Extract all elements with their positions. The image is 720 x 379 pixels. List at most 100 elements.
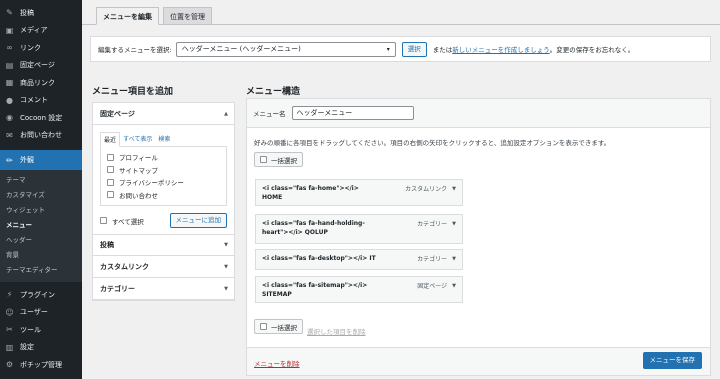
- page-checkbox-row[interactable]: プロフィール: [107, 151, 220, 164]
- sidebar-item[interactable]: ✉ お問い合わせ: [0, 127, 82, 145]
- chevron-down-icon[interactable]: ▼: [452, 221, 456, 227]
- sidebar-item[interactable]: ▦ 商品リンク: [0, 74, 82, 92]
- checkbox[interactable]: [107, 153, 114, 161]
- add-items-heading: メニュー項目を追加: [92, 87, 174, 97]
- checkbox[interactable]: [107, 178, 114, 186]
- menu-item-bar[interactable]: <i class="fas fa-sitemap"></i> SITEMAP 固定ペ…: [255, 276, 463, 303]
- menu-structure-panel: メニュー名 ヘッダーメニュー 好みの順番に各項目をドラッグしてください。項目の右…: [246, 98, 711, 376]
- menu-item-title-line1: <i class="fas fa-desktop"></i> IT: [262, 255, 376, 262]
- sidebar-item-label: リンク: [20, 43, 41, 52]
- pages-accordion: 固定ページ ▲ 最近 すべて表示 検索 プロフィール サイトマップ プライバシーポリ…: [92, 102, 235, 301]
- page-checkbox-row[interactable]: プライバシーポリシー: [107, 176, 220, 189]
- appearance-icon: ✏: [6, 155, 13, 165]
- sidebar-item[interactable]: ◉ Cocoon 設定: [0, 109, 82, 127]
- media-icon: ▣: [5, 25, 14, 35]
- sidebar-item[interactable]: ▤ 固定ページ: [0, 57, 82, 75]
- menu-item-type: 固定ページ ▼: [417, 281, 456, 291]
- menu-select-dropdown[interactable]: ヘッダーメニュー (ヘッダーメニュー) ▾: [175, 41, 396, 57]
- chevron-down-icon[interactable]: ▼: [452, 283, 456, 289]
- chevron-down-icon: ▼: [224, 242, 228, 248]
- sidebar-subitem[interactable]: カスタマイズ: [0, 188, 82, 203]
- chevron-down-icon[interactable]: ▼: [452, 186, 456, 192]
- tools-icon: ✂: [6, 325, 13, 335]
- menu-item-bar[interactable]: <i class="fas fa-desktop"></i> IT カテゴリー ▼: [255, 249, 463, 270]
- bulk-select-label: 一括選択: [271, 156, 297, 165]
- page-label: サイトマップ: [119, 166, 158, 175]
- users-icon: ☺: [5, 307, 14, 317]
- subtab-recent[interactable]: 最近: [100, 132, 121, 147]
- sidebar-item[interactable]: ∞ リンク: [0, 39, 82, 57]
- sidebar-item[interactable]: ⚡ プラグイン: [0, 286, 82, 304]
- add-to-menu-button[interactable]: メニューに追加: [169, 213, 227, 228]
- chevron-down-icon[interactable]: ▼: [452, 256, 456, 262]
- accordion-section-title: カテゴリー: [100, 284, 135, 293]
- sidebar-item[interactable]: ✂ ツール: [0, 321, 82, 339]
- sidebar-item-label: ツール: [20, 325, 41, 334]
- subtab-view-all[interactable]: すべて表示: [120, 132, 155, 147]
- tab-edit-menus[interactable]: メニューを編集: [96, 7, 159, 25]
- menu-item-type: カテゴリー ▼: [417, 219, 456, 229]
- delete-menu-link[interactable]: メニューを削除: [254, 358, 300, 368]
- checkbox[interactable]: [260, 156, 267, 163]
- sidebar-item[interactable]: ● コメント: [0, 92, 82, 110]
- checkbox[interactable]: [100, 217, 107, 224]
- menu-item-bar[interactable]: <i class="fas fa-home"></i> HOME カスタムリンク ▼: [255, 179, 463, 206]
- menu-item-title: <i class="fas fa-desktop"></i> IT: [262, 254, 402, 263]
- subtab-search[interactable]: 検索: [155, 132, 173, 147]
- checkbox[interactable]: [107, 166, 114, 174]
- menu-footer: メニューを削除 メニューを保存: [247, 347, 710, 375]
- sidebar-subitem[interactable]: メニュー: [0, 218, 82, 233]
- menu-select-bar: 編集するメニューを選択: ヘッダーメニュー (ヘッダーメニュー) ▾ 選択 また…: [90, 36, 711, 62]
- accordion-section-title: 投稿: [100, 241, 114, 249]
- page-checkbox-row[interactable]: お問い合わせ: [107, 189, 220, 202]
- page-label: プロフィール: [119, 154, 158, 163]
- menu-item-title-line1: <i class="fas fa-home"></i>: [262, 185, 359, 192]
- accordion-section-title: カスタムリンク: [100, 262, 149, 271]
- accordion-section-header[interactable]: カテゴリー ▼: [93, 278, 234, 300]
- menu-item-title: <i class="fas fa-sitemap"></i> SITEMAP: [262, 281, 402, 299]
- pin-icon: ✎: [6, 8, 13, 18]
- checkbox[interactable]: [260, 323, 267, 330]
- sidebar-item[interactable]: ▣ メディア: [0, 22, 82, 40]
- sidebar-subitem[interactable]: テーマエディター: [0, 263, 82, 278]
- pages-accordion-header[interactable]: 固定ページ ▲: [93, 103, 234, 125]
- delete-selected-link[interactable]: 選択した項目を削除: [307, 326, 366, 336]
- sidebar-item[interactable]: ⚙ ポチップ管理: [0, 356, 82, 374]
- menu-item-title-line1: <i class="fas fa-hand-holding-: [262, 220, 365, 227]
- sidebar-submenu: テーマ カスタマイズ ウィジェット メニュー ヘッダー 背景 テーマエディター: [0, 170, 82, 282]
- select-button[interactable]: 選択: [401, 41, 427, 57]
- sidebar-item-label: Cocoon 設定: [20, 113, 63, 122]
- menu-name-input[interactable]: ヘッダーメニュー: [291, 106, 414, 120]
- sidebar-subitem[interactable]: テーマ: [0, 173, 82, 188]
- save-menu-button[interactable]: メニューを保存: [642, 352, 702, 369]
- select-menu-label: 編集するメニューを選択:: [98, 46, 172, 54]
- or-text: または: [432, 46, 453, 54]
- checkbox[interactable]: [107, 191, 114, 199]
- page-label: お問い合わせ: [119, 191, 158, 200]
- comment-icon: ●: [6, 95, 13, 105]
- sidebar-item[interactable]: ✎ 投稿: [0, 4, 82, 22]
- sidebar-subitem[interactable]: 背景: [0, 248, 82, 263]
- bulk-select-bottom[interactable]: 一括選択: [254, 319, 303, 334]
- bulk-select-top[interactable]: 一括選択: [254, 152, 303, 167]
- sidebar-subitem[interactable]: ヘッダー: [0, 233, 82, 248]
- settings-icon: ▥: [5, 342, 14, 352]
- menu-item-bar[interactable]: <i class="fas fa-hand-holding-heart"></i…: [255, 214, 463, 244]
- sidebar-item-label: プラグイン: [20, 290, 55, 299]
- sidebar-item-label: 外観: [20, 156, 34, 164]
- sidebar-item[interactable]: ▥ 設定: [0, 339, 82, 357]
- menu-item-type: カテゴリー ▼: [417, 254, 456, 264]
- tab-manage-locations[interactable]: 位置を管理: [163, 7, 212, 25]
- accordion-section-header[interactable]: カスタムリンク ▼: [93, 256, 234, 278]
- sidebar-item[interactable]: ☺ ユーザー: [0, 304, 82, 322]
- link-icon: ∞: [6, 43, 13, 53]
- nav-tabs: メニューを編集 位置を管理: [96, 7, 216, 25]
- accordion-section-header[interactable]: 投稿 ▼: [93, 234, 234, 256]
- sidebar-subitem[interactable]: ウィジェット: [0, 203, 82, 218]
- menu-item-title-line2: SITEMAP: [262, 291, 292, 298]
- page-checkbox-row[interactable]: サイトマップ: [107, 164, 220, 177]
- create-menu-link[interactable]: 新しいメニューを作成しましょう: [452, 44, 550, 54]
- menu-item-type-label: 固定ページ: [417, 283, 448, 290]
- select-all-checkbox[interactable]: すべて選択: [100, 216, 144, 226]
- sidebar-item-appearance[interactable]: ✏ 外観: [0, 150, 82, 170]
